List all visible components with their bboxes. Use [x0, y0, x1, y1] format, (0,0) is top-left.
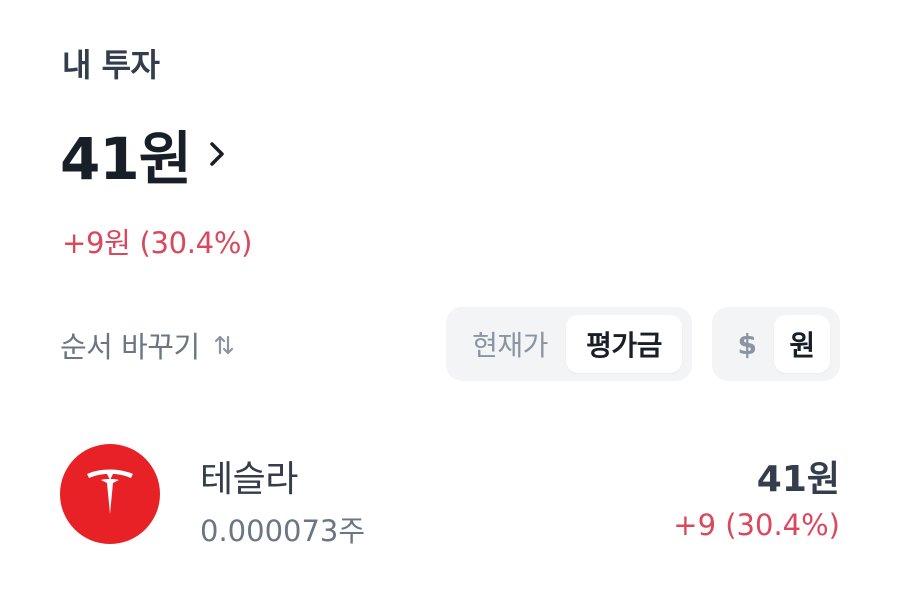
stock-name: 테슬라	[200, 459, 298, 500]
total-assets-link[interactable]: 41원	[60, 112, 231, 196]
stock-change: +9 (30.4%)	[673, 508, 840, 542]
stock-value: 41원	[756, 459, 840, 500]
price-type-toggle: 현재가 평가금	[446, 307, 692, 381]
chevron-right-icon	[209, 134, 231, 174]
current-price-option[interactable]: 현재가	[454, 315, 566, 373]
usd-option[interactable]: $	[720, 315, 774, 373]
valuation-option[interactable]: 평가금	[566, 315, 682, 373]
sort-label: 순서 바꾸기	[60, 330, 200, 364]
sort-order-button[interactable]: 순서 바꾸기	[60, 324, 236, 366]
tesla-logo-icon	[60, 444, 160, 544]
total-change: +9원 (30.4%)	[62, 226, 253, 260]
total-value: 41원	[60, 125, 192, 193]
stock-quantity: 0.000073주	[200, 514, 366, 548]
holding-row[interactable]: 테슬라 0.000073주 41원 +9 (30.4%)	[60, 440, 840, 550]
krw-option[interactable]: 원	[774, 315, 830, 373]
section-title: 내 투자	[62, 46, 160, 84]
sort-arrows-icon	[212, 333, 236, 357]
currency-toggle: $ 원	[712, 307, 840, 381]
